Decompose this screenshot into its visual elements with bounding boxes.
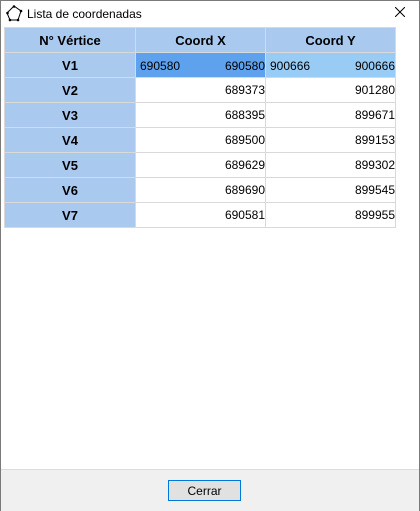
coordinates-list-window: Lista de coordenadas N° Vértice Coord X … bbox=[0, 0, 420, 511]
cell-value: 900666 bbox=[354, 59, 395, 73]
table-row: V4 689500 899153 bbox=[4, 127, 396, 153]
table-row: V5 689629 899302 bbox=[4, 152, 396, 178]
row-header-vertex[interactable]: V7 bbox=[4, 202, 136, 228]
cell-coord-y[interactable]: 899302 bbox=[265, 152, 396, 178]
cell-coord-y[interactable]: 899545 bbox=[265, 177, 396, 203]
cell-coord-x[interactable]: 690580 690580 bbox=[135, 52, 266, 78]
polygon-icon bbox=[6, 5, 23, 22]
cell-coord-x[interactable]: 689500 bbox=[135, 127, 266, 153]
button-bar: Cerrar bbox=[1, 469, 419, 511]
coordinates-grid[interactable]: N° Vértice Coord X Coord Y V1 690580 690… bbox=[4, 27, 396, 229]
column-header-vertex[interactable]: N° Vértice bbox=[4, 27, 136, 53]
close-icon bbox=[394, 6, 406, 20]
header-row: N° Vértice Coord X Coord Y bbox=[4, 27, 396, 53]
cell-coord-x[interactable]: 690581 bbox=[135, 202, 266, 228]
close-button[interactable] bbox=[383, 1, 417, 25]
cell-coord-y[interactable]: 899153 bbox=[265, 127, 396, 153]
table-row: V6 689690 899545 bbox=[4, 177, 396, 203]
cell-edit-value[interactable]: 900666 bbox=[267, 57, 310, 73]
table-row: V7 690581 899955 bbox=[4, 202, 396, 228]
cell-value: 690580 bbox=[224, 59, 265, 73]
cell-edit-value[interactable]: 690580 bbox=[137, 57, 180, 73]
window-title: Lista de coordenadas bbox=[27, 7, 142, 21]
column-header-coord-x[interactable]: Coord X bbox=[135, 27, 266, 53]
row-header-vertex[interactable]: V5 bbox=[4, 152, 136, 178]
table-row: V3 688395 899671 bbox=[4, 102, 396, 128]
cell-coord-x[interactable]: 688395 bbox=[135, 102, 266, 128]
coordinates-table: N° Vértice Coord X Coord Y V1 690580 690… bbox=[4, 27, 396, 228]
cell-coord-x[interactable]: 689629 bbox=[135, 152, 266, 178]
table-row: V1 690580 690580 900666 900666 bbox=[4, 52, 396, 78]
row-header-vertex[interactable]: V1 bbox=[4, 52, 136, 78]
cell-coord-y[interactable]: 899671 bbox=[265, 102, 396, 128]
title-bar[interactable]: Lista de coordenadas bbox=[1, 1, 419, 27]
cell-coord-y[interactable]: 899955 bbox=[265, 202, 396, 228]
cell-coord-y[interactable]: 900666 900666 bbox=[265, 52, 396, 78]
row-header-vertex[interactable]: V2 bbox=[4, 77, 136, 103]
table-row: V2 689373 901280 bbox=[4, 77, 396, 103]
cell-coord-x[interactable]: 689690 bbox=[135, 177, 266, 203]
column-header-coord-y[interactable]: Coord Y bbox=[265, 27, 396, 53]
row-header-vertex[interactable]: V4 bbox=[4, 127, 136, 153]
cell-coord-x[interactable]: 689373 bbox=[135, 77, 266, 103]
close-dialog-button[interactable]: Cerrar bbox=[168, 480, 241, 501]
row-header-vertex[interactable]: V3 bbox=[4, 102, 136, 128]
cell-coord-y[interactable]: 901280 bbox=[265, 77, 396, 103]
row-header-vertex[interactable]: V6 bbox=[4, 177, 136, 203]
